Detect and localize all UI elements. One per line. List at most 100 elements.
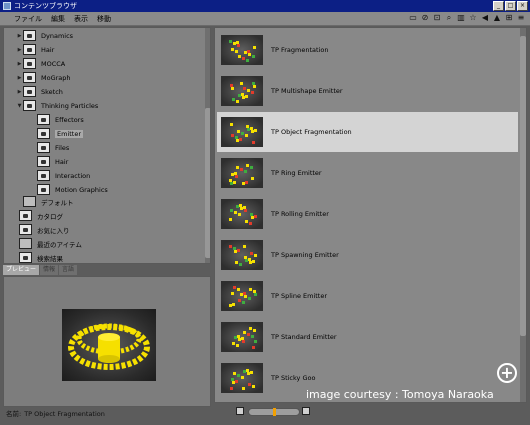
minimize-button[interactable]: _ — [493, 1, 504, 11]
content-item[interactable]: TP Object Fragmentation — [217, 112, 518, 152]
library-icon — [19, 224, 32, 235]
lock-icon[interactable]: ⊡ — [432, 13, 442, 23]
tab-preview[interactable]: プレビュー — [3, 265, 40, 275]
particle — [246, 125, 249, 128]
content-scroll-thumb[interactable] — [520, 36, 526, 336]
view-icon[interactable]: ⊞ — [504, 13, 514, 23]
tree-item[interactable]: ▶ Sketch — [16, 85, 63, 98]
particle — [254, 293, 257, 296]
menu-view[interactable]: 表示 — [74, 14, 88, 24]
particle — [245, 220, 248, 223]
folder-icon — [19, 238, 32, 249]
pin-icon[interactable]: ⊘ — [420, 13, 430, 23]
particle — [244, 209, 247, 212]
particle — [239, 263, 242, 266]
tree-item[interactable]: ▶ MoGraph — [16, 71, 71, 84]
tree-item[interactable]: ▶ MOCCA — [16, 57, 65, 70]
particle — [235, 261, 238, 264]
expand-arrow-icon[interactable]: ▶ — [16, 61, 23, 67]
expand-arrow-icon[interactable]: ▶ — [16, 75, 23, 81]
tab-language[interactable]: 言語 — [59, 265, 78, 275]
tree-item[interactable]: ▼ Thinking Particles — [16, 99, 98, 112]
bookmark-icon[interactable]: ▥ — [456, 13, 466, 23]
content-item[interactable]: TP Standard Emitter — [217, 317, 518, 357]
slider-knob[interactable] — [273, 408, 276, 416]
library-icon — [37, 142, 50, 153]
tree-item-label: デフォルト — [41, 198, 74, 207]
tree-item[interactable]: Interaction — [30, 169, 90, 182]
maximize-button[interactable]: □ — [505, 1, 516, 11]
particle — [254, 129, 257, 132]
particle — [252, 141, 255, 144]
item-label: TP Rolling Emitter — [271, 210, 329, 218]
particle — [246, 59, 249, 62]
item-label: TP Standard Emitter — [271, 333, 337, 341]
particle — [250, 166, 253, 169]
menu-go[interactable]: 移動 — [97, 14, 111, 24]
tree-item[interactable]: ▶ Dynamics — [16, 29, 73, 42]
particle — [248, 53, 251, 56]
particle — [237, 44, 240, 47]
content-item[interactable]: TP Spawning Emitter — [217, 235, 518, 275]
content-item[interactable]: TP Fragmentation — [217, 30, 518, 70]
menu-file[interactable]: ファイル — [14, 14, 42, 24]
large-icon[interactable] — [302, 407, 310, 415]
particle — [242, 387, 245, 390]
tree-item[interactable]: Effectors — [30, 113, 84, 126]
tree-item[interactable]: 検索結果 — [12, 251, 63, 263]
expand-arrow-icon[interactable]: ▶ — [16, 33, 23, 39]
up-icon[interactable]: ▲ — [492, 13, 502, 23]
particle — [245, 95, 248, 98]
particle — [231, 48, 234, 51]
library-icon — [23, 58, 36, 69]
tree-item[interactable]: Files — [30, 141, 69, 154]
list-icon[interactable]: ≡ — [516, 13, 526, 23]
preview-tabs: プレビュー 情報 言語 — [3, 265, 78, 275]
back-icon[interactable]: ◀ — [480, 13, 490, 23]
expand-arrow-icon[interactable]: ▶ — [16, 47, 23, 53]
content-scrollbar[interactable] — [520, 28, 526, 402]
tree-item[interactable]: カタログ — [12, 209, 63, 222]
particle — [250, 213, 253, 216]
tree-item[interactable]: 最近のアイテム — [12, 237, 82, 250]
tree-scrollbar[interactable] — [205, 28, 210, 263]
particle — [247, 50, 250, 53]
close-button[interactable]: × — [517, 1, 528, 11]
particle — [253, 329, 256, 332]
small-icon[interactable] — [236, 407, 244, 415]
expand-arrow-icon[interactable]: ▶ — [16, 89, 23, 95]
tree-item[interactable]: ▶ Hair — [16, 43, 54, 56]
tree-scroll-thumb[interactable] — [205, 108, 210, 258]
library-icon — [23, 86, 36, 97]
particle — [232, 342, 235, 345]
particle — [242, 301, 245, 304]
particle — [242, 340, 245, 343]
particle — [243, 292, 246, 295]
content-item[interactable]: TP Spline Emitter — [217, 276, 518, 316]
star-icon[interactable]: ☆ — [468, 13, 478, 23]
tab-info[interactable]: 情報 — [40, 265, 59, 275]
particle — [244, 295, 247, 298]
window-icon[interactable]: ▭ — [408, 13, 418, 23]
tree-item[interactable]: Emitter — [30, 127, 84, 140]
tree-item[interactable]: Hair — [30, 155, 68, 168]
particle — [253, 290, 256, 293]
content-item[interactable]: TP Multishape Emitter — [217, 71, 518, 111]
thumbnail-size-slider[interactable] — [248, 408, 300, 416]
tree-item[interactable]: デフォルト — [16, 195, 74, 208]
particle — [231, 134, 234, 137]
particle — [235, 175, 238, 178]
menu-edit[interactable]: 編集 — [51, 14, 65, 24]
content-item[interactable]: TP Rolling Emitter — [217, 194, 518, 234]
particle — [233, 286, 236, 289]
item-thumbnail — [221, 158, 263, 188]
particle — [236, 344, 239, 347]
particle — [237, 130, 240, 133]
particle — [241, 93, 244, 96]
tree-item-label: Dynamics — [41, 31, 74, 40]
content-item[interactable]: TP Ring Emitter — [217, 153, 518, 193]
tree-item[interactable]: お気に入り — [12, 223, 70, 236]
expand-arrow-icon[interactable]: ▼ — [16, 103, 23, 109]
search-icon[interactable]: ⌕ — [444, 13, 454, 23]
particle — [239, 204, 242, 207]
